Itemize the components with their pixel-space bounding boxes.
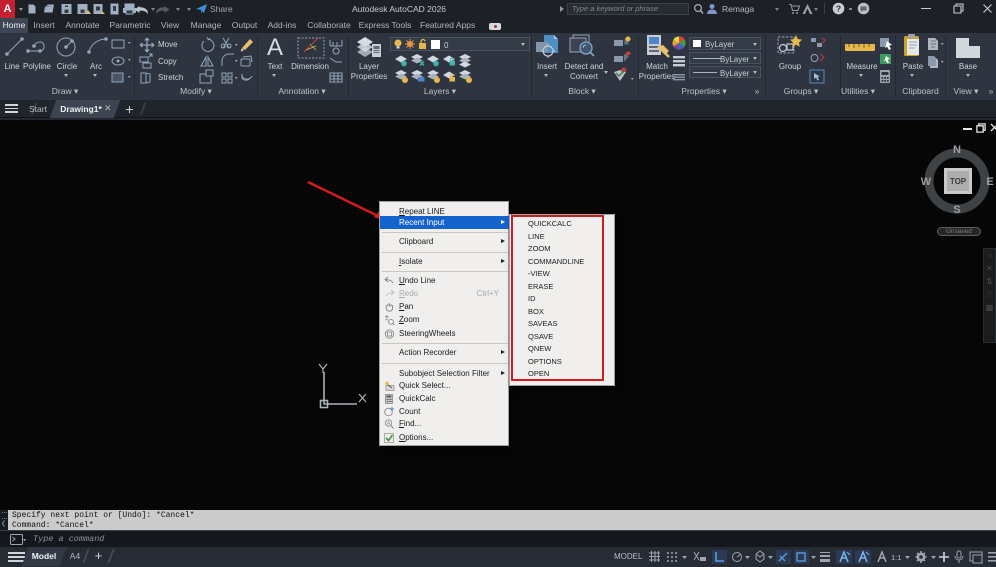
svg-text:W: W	[921, 176, 932, 188]
svg-text:N: N	[953, 144, 961, 156]
svg-text:TOP: TOP	[950, 177, 967, 186]
svg-text:?: ?	[836, 4, 841, 14]
svg-text:S: S	[953, 204, 960, 216]
svg-text:1:1: 1:1	[891, 553, 901, 562]
svg-text:E: E	[986, 176, 993, 188]
